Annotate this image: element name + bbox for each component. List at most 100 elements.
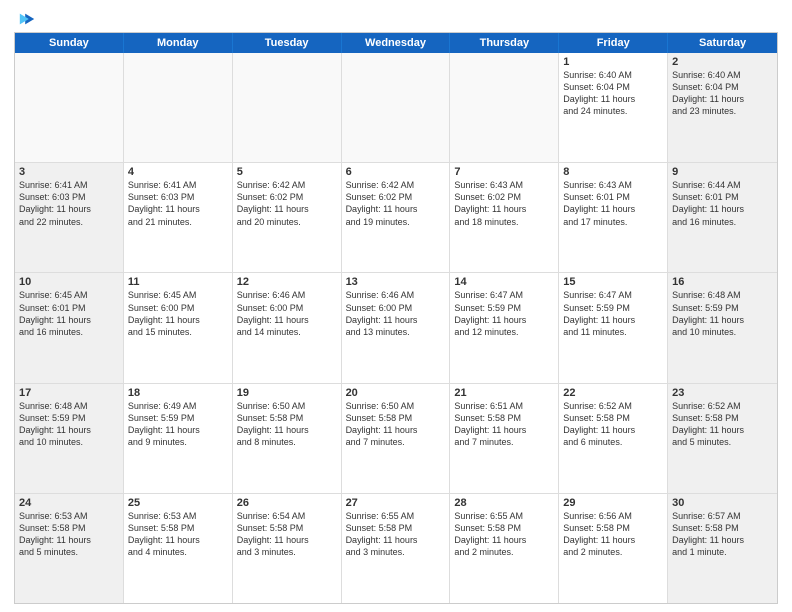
cell-info-line: Sunrise: 6:47 AM (563, 289, 663, 301)
cell-info-line: Sunrise: 6:44 AM (672, 179, 773, 191)
day-number: 14 (454, 276, 554, 288)
cell-info-line: Sunset: 6:04 PM (672, 81, 773, 93)
cell-info-line: Daylight: 11 hours (563, 203, 663, 215)
day-number: 13 (346, 276, 446, 288)
day-number: 3 (19, 166, 119, 178)
cell-info-line: Sunrise: 6:53 AM (19, 510, 119, 522)
day-number: 8 (563, 166, 663, 178)
day-number: 25 (128, 497, 228, 509)
cell-info-line: Daylight: 11 hours (563, 314, 663, 326)
cell-info-line: and 17 minutes. (563, 216, 663, 228)
calendar: SundayMondayTuesdayWednesdayThursdayFrid… (14, 32, 778, 604)
calendar-cell-4: 4Sunrise: 6:41 AMSunset: 6:03 PMDaylight… (124, 163, 233, 272)
cell-info-line: Sunset: 5:59 PM (19, 412, 119, 424)
calendar-cell-13: 13Sunrise: 6:46 AMSunset: 6:00 PMDayligh… (342, 273, 451, 382)
day-number: 10 (19, 276, 119, 288)
cell-info-line: Daylight: 11 hours (346, 203, 446, 215)
calendar-cell-15: 15Sunrise: 6:47 AMSunset: 5:59 PMDayligh… (559, 273, 668, 382)
calendar-cell-5: 5Sunrise: 6:42 AMSunset: 6:02 PMDaylight… (233, 163, 342, 272)
cell-info-line: Sunrise: 6:48 AM (19, 400, 119, 412)
day-number: 2 (672, 56, 773, 68)
cell-info-line: Sunrise: 6:46 AM (237, 289, 337, 301)
cell-info-line: Sunrise: 6:51 AM (454, 400, 554, 412)
cell-info-line: Daylight: 11 hours (454, 203, 554, 215)
cell-info-line: Sunset: 5:58 PM (128, 522, 228, 534)
cell-info-line: Sunset: 5:58 PM (454, 412, 554, 424)
cell-info-line: Daylight: 11 hours (19, 534, 119, 546)
day-number: 29 (563, 497, 663, 509)
calendar-cell-empty-4 (450, 53, 559, 162)
calendar-cell-14: 14Sunrise: 6:47 AMSunset: 5:59 PMDayligh… (450, 273, 559, 382)
calendar-cell-8: 8Sunrise: 6:43 AMSunset: 6:01 PMDaylight… (559, 163, 668, 272)
cell-info-line: Sunrise: 6:52 AM (672, 400, 773, 412)
cell-info-line: Daylight: 11 hours (672, 424, 773, 436)
cell-info-line: Sunset: 6:02 PM (346, 191, 446, 203)
cell-info-line: Daylight: 11 hours (672, 203, 773, 215)
cell-info-line: Daylight: 11 hours (237, 314, 337, 326)
day-number: 9 (672, 166, 773, 178)
cell-info-line: and 22 minutes. (19, 216, 119, 228)
calendar-cell-25: 25Sunrise: 6:53 AMSunset: 5:58 PMDayligh… (124, 494, 233, 603)
calendar-cell-empty-3 (342, 53, 451, 162)
cell-info-line: Sunrise: 6:47 AM (454, 289, 554, 301)
cell-info-line: Sunrise: 6:56 AM (563, 510, 663, 522)
cell-info-line: and 21 minutes. (128, 216, 228, 228)
cell-info-line: Daylight: 11 hours (672, 534, 773, 546)
calendar-cell-23: 23Sunrise: 6:52 AMSunset: 5:58 PMDayligh… (668, 384, 777, 493)
calendar-row-0: 1Sunrise: 6:40 AMSunset: 6:04 PMDaylight… (15, 53, 777, 163)
cell-info-line: Sunset: 6:00 PM (346, 302, 446, 314)
calendar-cell-18: 18Sunrise: 6:49 AMSunset: 5:59 PMDayligh… (124, 384, 233, 493)
header-day-thursday: Thursday (450, 33, 559, 53)
cell-info-line: Sunrise: 6:48 AM (672, 289, 773, 301)
day-number: 18 (128, 387, 228, 399)
cell-info-line: Sunset: 6:00 PM (237, 302, 337, 314)
cell-info-line: and 18 minutes. (454, 216, 554, 228)
cell-info-line: Daylight: 11 hours (128, 203, 228, 215)
header-day-friday: Friday (559, 33, 668, 53)
cell-info-line: Daylight: 11 hours (563, 93, 663, 105)
cell-info-line: Sunset: 5:58 PM (672, 412, 773, 424)
cell-info-line: and 16 minutes. (19, 326, 119, 338)
cell-info-line: Sunset: 5:59 PM (454, 302, 554, 314)
cell-info-line: and 14 minutes. (237, 326, 337, 338)
day-number: 6 (346, 166, 446, 178)
cell-info-line: Sunrise: 6:55 AM (346, 510, 446, 522)
calendar-cell-30: 30Sunrise: 6:57 AMSunset: 5:58 PMDayligh… (668, 494, 777, 603)
cell-info-line: Sunset: 6:00 PM (128, 302, 228, 314)
cell-info-line: Daylight: 11 hours (128, 534, 228, 546)
calendar-cell-9: 9Sunrise: 6:44 AMSunset: 6:01 PMDaylight… (668, 163, 777, 272)
day-number: 28 (454, 497, 554, 509)
cell-info-line: Sunset: 5:59 PM (563, 302, 663, 314)
calendar-row-1: 3Sunrise: 6:41 AMSunset: 6:03 PMDaylight… (15, 163, 777, 273)
cell-info-line: Sunrise: 6:52 AM (563, 400, 663, 412)
cell-info-line: and 19 minutes. (346, 216, 446, 228)
cell-info-line: and 10 minutes. (19, 436, 119, 448)
day-number: 26 (237, 497, 337, 509)
calendar-row-3: 17Sunrise: 6:48 AMSunset: 5:59 PMDayligh… (15, 384, 777, 494)
header-day-tuesday: Tuesday (233, 33, 342, 53)
calendar-cell-28: 28Sunrise: 6:55 AMSunset: 5:58 PMDayligh… (450, 494, 559, 603)
cell-info-line: and 8 minutes. (237, 436, 337, 448)
day-number: 16 (672, 276, 773, 288)
cell-info-line: Sunrise: 6:45 AM (128, 289, 228, 301)
cell-info-line: and 7 minutes. (346, 436, 446, 448)
cell-info-line: Sunrise: 6:40 AM (672, 69, 773, 81)
calendar-cell-21: 21Sunrise: 6:51 AMSunset: 5:58 PMDayligh… (450, 384, 559, 493)
calendar-cell-7: 7Sunrise: 6:43 AMSunset: 6:02 PMDaylight… (450, 163, 559, 272)
cell-info-line: Daylight: 11 hours (128, 424, 228, 436)
calendar-row-2: 10Sunrise: 6:45 AMSunset: 6:01 PMDayligh… (15, 273, 777, 383)
cell-info-line: and 12 minutes. (454, 326, 554, 338)
cell-info-line: Sunrise: 6:42 AM (346, 179, 446, 191)
header-day-sunday: Sunday (15, 33, 124, 53)
day-number: 5 (237, 166, 337, 178)
cell-info-line: Daylight: 11 hours (672, 314, 773, 326)
calendar-cell-17: 17Sunrise: 6:48 AMSunset: 5:59 PMDayligh… (15, 384, 124, 493)
day-number: 12 (237, 276, 337, 288)
day-number: 30 (672, 497, 773, 509)
cell-info-line: Daylight: 11 hours (19, 314, 119, 326)
cell-info-line: Daylight: 11 hours (19, 203, 119, 215)
day-number: 11 (128, 276, 228, 288)
calendar-cell-empty-1 (124, 53, 233, 162)
cell-info-line: Sunrise: 6:43 AM (454, 179, 554, 191)
cell-info-line: Sunset: 5:58 PM (346, 522, 446, 534)
